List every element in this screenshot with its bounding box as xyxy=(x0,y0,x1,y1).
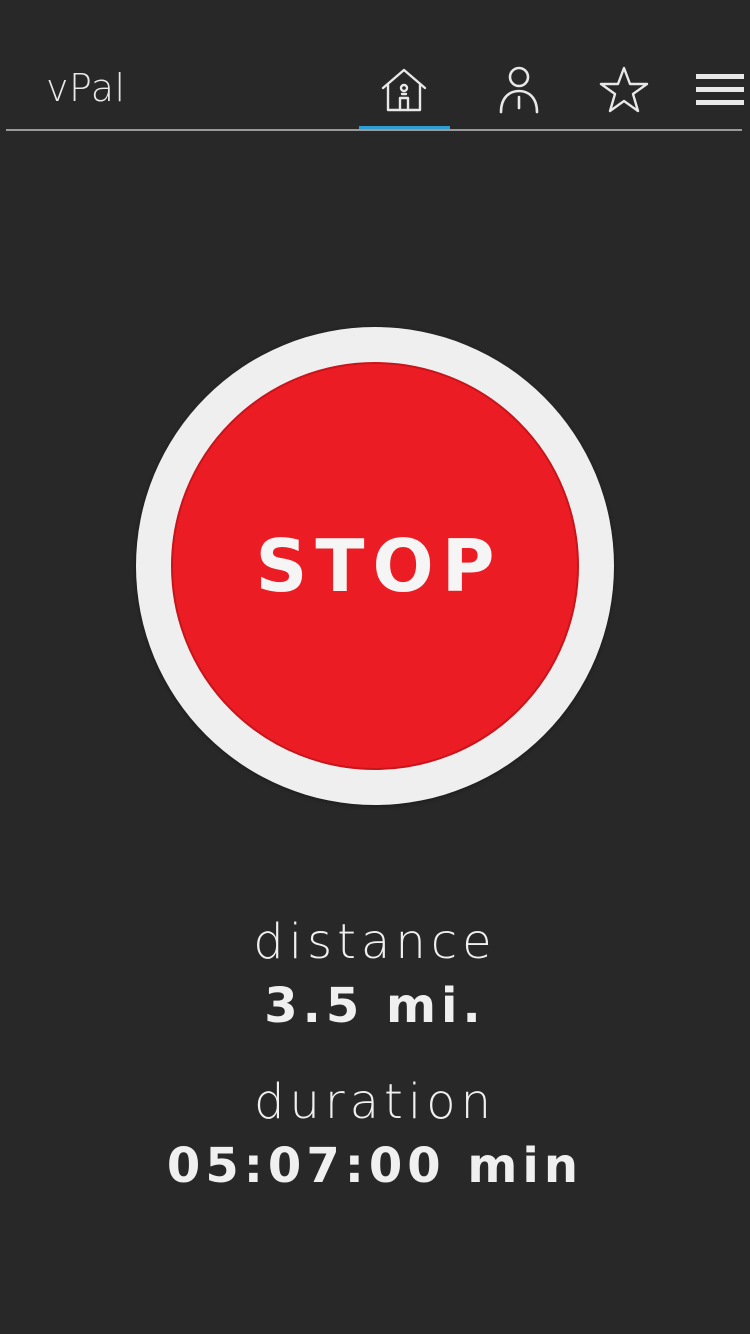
stop-button-label: STOP xyxy=(255,524,503,608)
header-divider xyxy=(6,129,742,131)
distance-label: distance xyxy=(253,914,497,970)
stop-button[interactable]: STOP xyxy=(171,362,579,770)
menu-icon xyxy=(696,70,744,110)
nav-profile-button[interactable] xyxy=(487,58,551,122)
nav-favorites-button[interactable] xyxy=(592,58,656,122)
top-bar: vPal xyxy=(0,0,750,132)
user-icon xyxy=(497,66,541,114)
home-icon xyxy=(380,66,428,114)
duration-label: duration xyxy=(254,1074,496,1130)
app-title: vPal xyxy=(46,66,126,110)
distance-value: 3.5 mi. xyxy=(264,978,486,1034)
duration-value: 05:07:00 min xyxy=(166,1138,584,1194)
nav-menu-button[interactable] xyxy=(690,58,750,122)
star-icon xyxy=(599,66,649,114)
stop-button-ring: STOP xyxy=(136,327,614,805)
nav-home-button[interactable] xyxy=(372,58,436,122)
